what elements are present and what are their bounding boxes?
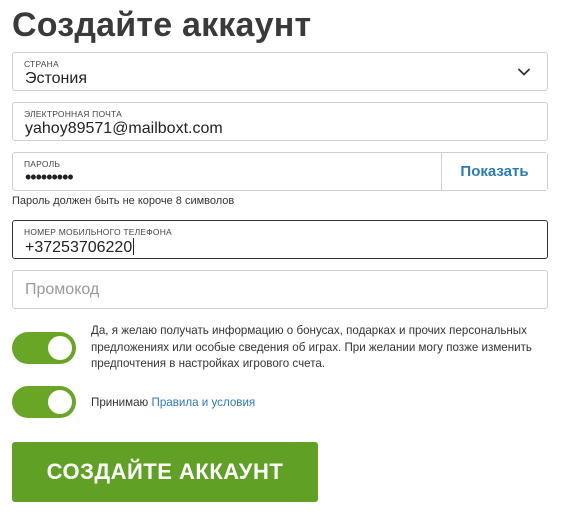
consent-text: Да, я желаю получать информацию о бонуса… <box>91 324 532 370</box>
country-label: СТРАНА <box>24 59 59 69</box>
promo-field[interactable]: Промокод <box>12 270 548 309</box>
country-value: Эстония <box>25 70 87 87</box>
show-password-button[interactable]: Показать <box>441 153 547 190</box>
email-field[interactable]: ЭЛЕКТРОННАЯ ПОЧТА yahoy89571@mailboxt.co… <box>12 102 548 141</box>
terms-prefix: Принимаю <box>91 396 149 409</box>
terms-text: Принимаю Правила и условия <box>91 396 255 409</box>
page-title: Создайте аккаунт <box>12 6 312 44</box>
promo-placeholder: Промокод <box>25 281 100 298</box>
consent-toggle[interactable] <box>12 332 76 364</box>
email-label: ЭЛЕКТРОННАЯ ПОЧТА <box>24 109 122 119</box>
create-account-button[interactable]: СОЗДАЙТЕ АККАУНТ <box>12 442 318 502</box>
password-field[interactable]: ПАРОЛЬ ••••••••• Показать <box>12 152 548 191</box>
phone-value-wrap: +37253706220 <box>25 238 135 257</box>
phone-label: НОМЕР МОБИЛЬНОГО ТЕЛЕФОНА <box>24 227 172 237</box>
text-cursor <box>133 238 135 255</box>
country-select[interactable]: СТРАНА Эстония <box>12 52 548 91</box>
toggle-knob <box>48 336 72 360</box>
password-value: ••••••••• <box>25 167 74 187</box>
password-hint: Пароль должен быть не короче 8 символов <box>12 195 235 207</box>
chevron-down-icon <box>518 68 530 76</box>
phone-value: +37253706220 <box>25 239 133 256</box>
toggle-knob <box>48 390 72 414</box>
email-value: yahoy89571@mailboxt.com <box>25 120 223 137</box>
terms-link[interactable]: Правила и условия <box>151 396 255 409</box>
phone-field[interactable]: НОМЕР МОБИЛЬНОГО ТЕЛЕФОНА +37253706220 <box>12 220 548 259</box>
terms-toggle[interactable] <box>12 386 76 418</box>
